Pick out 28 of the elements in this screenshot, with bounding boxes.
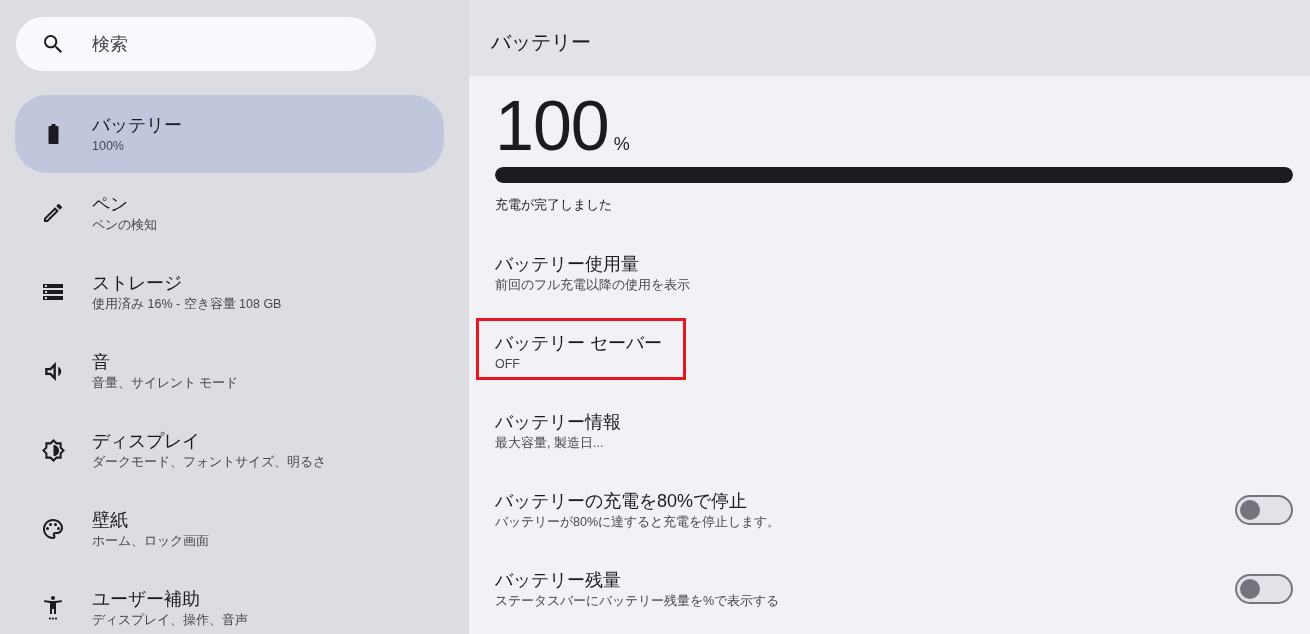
palette-icon [43,519,63,539]
storage-icon [43,284,63,300]
accessibility-icon [44,596,62,620]
setting-item[interactable]: バッテリー情報 最大容量, 製造日... [476,396,645,459]
toggle-switch[interactable] [1235,494,1293,525]
sidebar-item[interactable]: バッテリー 100% [15,95,444,173]
brightness-icon [41,438,65,462]
sidebar-item[interactable]: 壁紙 ホーム、ロック画面 [15,490,444,568]
search-field[interactable]: 検索 [16,17,376,71]
pencil-icon [44,204,62,222]
sidebar-item[interactable]: 音 音量、サイレント モード [15,332,444,410]
sidebar-item[interactable]: ユーザー補助 ディスプレイ、操作、音声 [15,569,444,634]
page-title: バッテリー [491,30,591,55]
charging-status: 充電が完了しました [495,197,613,214]
setting-item[interactable]: バッテリー使用量 前回のフル充電以降の使用を表示 [476,238,714,301]
setting-description: ステータスバーにバッテリー残量を%で表示する [495,592,780,610]
toggle-switch[interactable] [1235,573,1293,604]
setting-title: バッテリーの充電を80%で停止 [495,489,749,513]
sidebar-item[interactable]: ディスプレイ ダークモード、フォントサイズ、明るさ [15,411,444,489]
search-icon [44,35,62,53]
sidebar-item[interactable]: ペン ペンの検知 [15,174,444,252]
setting-item[interactable]: バッテリー セーバー OFF [476,317,686,380]
setting-description: バッテリーが80%に達すると充電を停止します。 [495,513,781,531]
setting-title: バッテリー残量 [495,568,622,592]
sidebar-item[interactable]: ストレージ 使用済み 16% - 空き容量 108 GB [15,253,444,331]
battery-icon [47,124,59,144]
battery-percentage: 100% [495,91,630,161]
speaker-icon [44,361,62,381]
